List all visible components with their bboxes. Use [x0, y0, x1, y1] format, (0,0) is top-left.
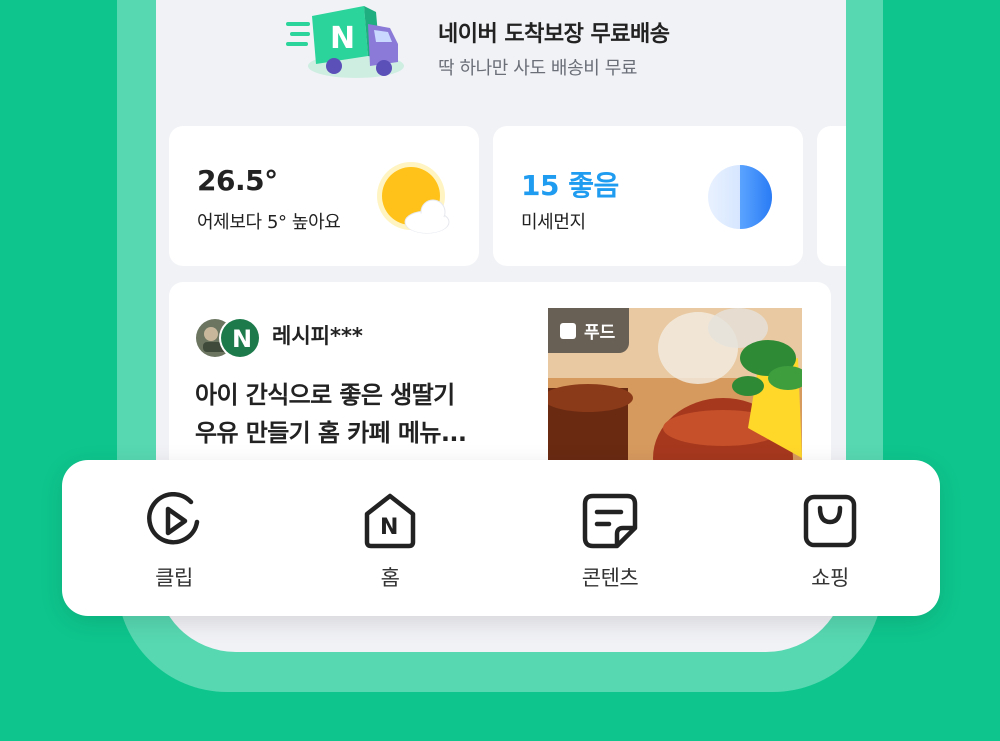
dust-value: 15 좋음	[521, 169, 619, 202]
nav-label-home: 홈	[380, 566, 400, 590]
author-name: 레시피***	[272, 324, 363, 348]
bottom-navigation: 클립 N 홈 콘텐츠 쇼핑	[62, 460, 940, 616]
dust-label: 미세먼지	[521, 212, 586, 233]
dust-gauge-icon	[708, 165, 772, 229]
shopping-bag-icon	[803, 494, 857, 548]
svg-text:N: N	[380, 515, 398, 540]
nav-item-clip[interactable]: 클립	[114, 492, 234, 592]
delivery-truck-icon: N	[286, 6, 404, 78]
svg-text:N: N	[232, 325, 252, 353]
sun-cloud-icon	[377, 162, 450, 234]
delivery-banner[interactable]: N 네이버 도착보장 무료배송 딱 하나만 사도 배송비 무료	[156, 0, 846, 110]
nav-label-clip: 클립	[155, 566, 193, 590]
headline-line-2: 우유 만들기 홈 카페 메뉴...	[195, 419, 467, 447]
nav-item-content[interactable]: 콘텐츠	[550, 492, 670, 592]
nav-label-shopping: 쇼핑	[811, 566, 849, 590]
feed-headline[interactable]: 아이 간식으로 좋은 생딸기 우유 만들기 홈 카페 메뉴...	[195, 376, 525, 452]
nav-label-content: 콘텐츠	[581, 566, 639, 590]
home-n-icon: N	[364, 493, 416, 549]
banner-title: 네이버 도착보장 무료배송	[438, 22, 670, 47]
tag-square-icon	[560, 322, 576, 339]
author-avatars: N	[195, 316, 267, 360]
content-note-icon	[582, 493, 638, 549]
category-tag: 푸드	[548, 308, 630, 353]
category-tag-label: 푸드	[584, 323, 616, 343]
nav-item-shopping[interactable]: 쇼핑	[770, 492, 890, 592]
nav-item-home[interactable]: N 홈	[330, 492, 450, 592]
svg-text:N: N	[330, 21, 355, 56]
next-widget-peek[interactable]	[817, 126, 846, 266]
temperature-compare: 어제보다 5° 높아요	[197, 212, 341, 233]
headline-line-1: 아이 간식으로 좋은 생딸기	[195, 381, 455, 409]
clip-play-icon	[147, 492, 200, 545]
fine-dust-widget[interactable]: 15 좋음 미세먼지	[493, 126, 803, 266]
banner-subtitle: 딱 하나만 사도 배송비 무료	[438, 58, 638, 79]
weather-widget[interactable]: 26.5° 어제보다 5° 높아요	[169, 126, 479, 266]
temperature-value: 26.5°	[197, 164, 278, 197]
